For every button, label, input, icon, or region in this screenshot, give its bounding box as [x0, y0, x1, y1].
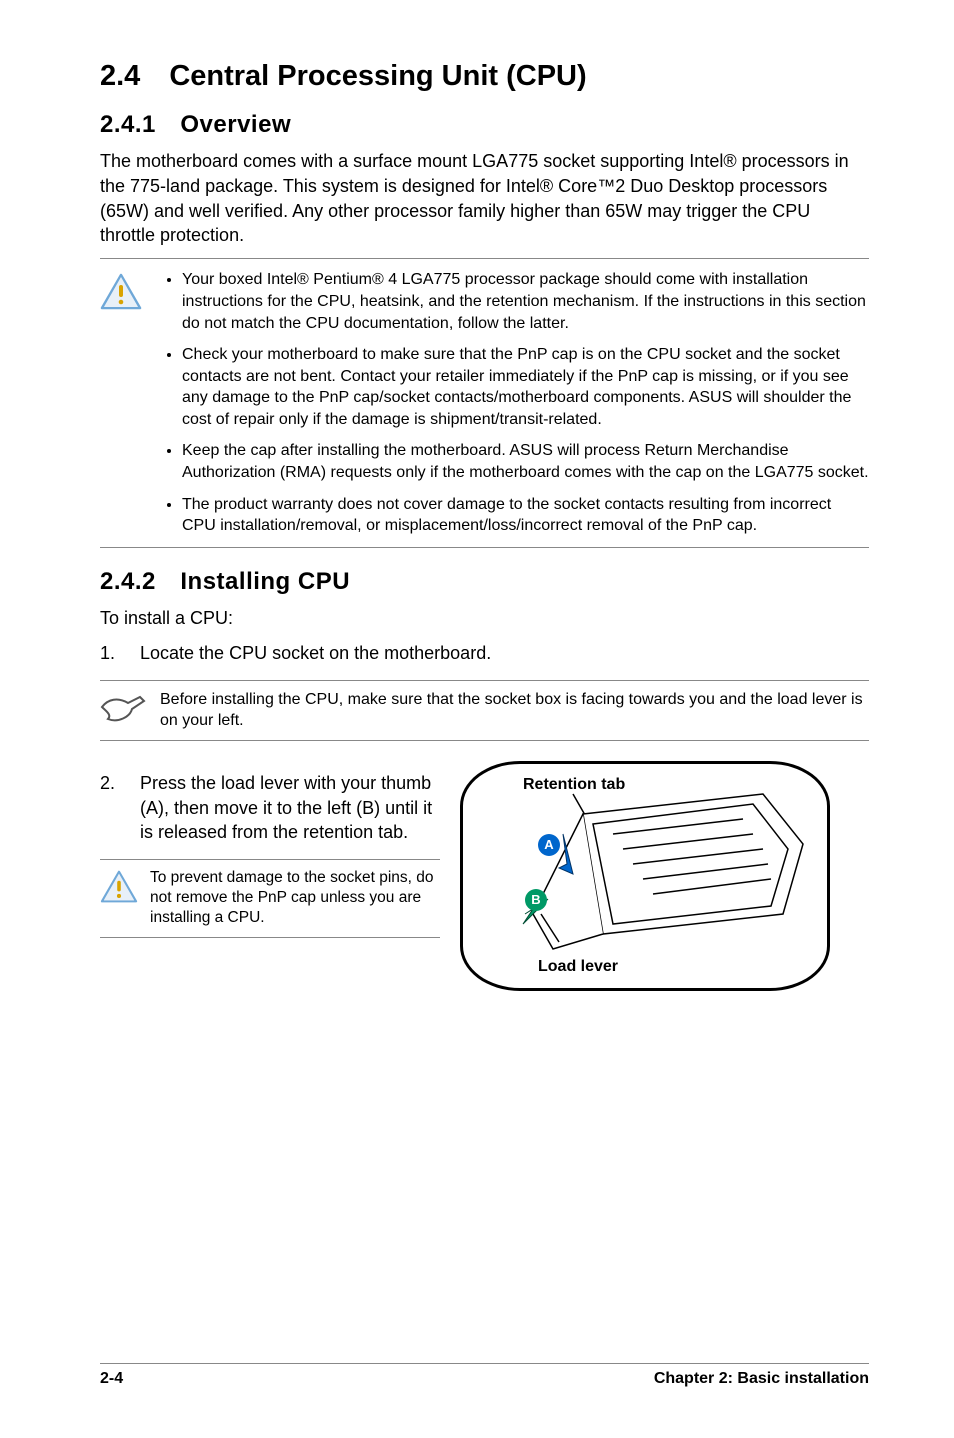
subsection-241-heading: 2.4.1 Overview [100, 111, 869, 139]
note-callout-1: Before installing the CPU, make sure tha… [100, 680, 869, 741]
warning-callout-2: To prevent damage to the socket pins, do… [100, 859, 440, 937]
warning-bullet-4: The product warranty does not cover dama… [182, 494, 869, 537]
warning-icon [100, 269, 160, 537]
warning-bullet-1: Your boxed Intel® Pentium® 4 LGA775 proc… [182, 269, 869, 334]
subsection-242-heading: 2.4.2 Installing CPU [100, 568, 869, 596]
cpu-socket-diagram: Retention tab Load lever [460, 761, 830, 991]
step-2: 2. Press the load lever with your thumb … [100, 771, 440, 845]
chapter-label: Chapter 2: Basic installation [654, 1370, 869, 1388]
step-1-text: Locate the CPU socket on the motherboard… [140, 641, 491, 666]
warning-bullet-3: Keep the cap after installing the mother… [182, 440, 869, 483]
warning-2-text: To prevent damage to the socket pins, do… [150, 868, 440, 928]
step-2-text: Press the load lever with your thumb (A)… [140, 771, 440, 845]
note-text: Before installing the CPU, make sure tha… [160, 689, 869, 732]
page-number: 2-4 [100, 1370, 123, 1388]
step-2-number: 2. [100, 771, 140, 845]
overview-paragraph: The motherboard comes with a surface mou… [100, 149, 869, 248]
install-intro: To install a CPU: [100, 606, 869, 631]
warning-bullet-2: Check your motherboard to make sure that… [182, 344, 869, 430]
marker-a: A [538, 834, 560, 856]
note-icon [100, 689, 160, 732]
marker-b: B [525, 889, 547, 911]
warning-icon-small [100, 868, 150, 928]
step-1: 1. Locate the CPU socket on the motherbo… [100, 641, 869, 666]
warning-callout-1: Your boxed Intel® Pentium® 4 LGA775 proc… [100, 258, 869, 548]
step-1-number: 1. [100, 641, 140, 666]
section-title: 2.4 Central Processing Unit (CPU) [100, 60, 869, 93]
page-footer: 2-4 Chapter 2: Basic installation [100, 1363, 869, 1388]
